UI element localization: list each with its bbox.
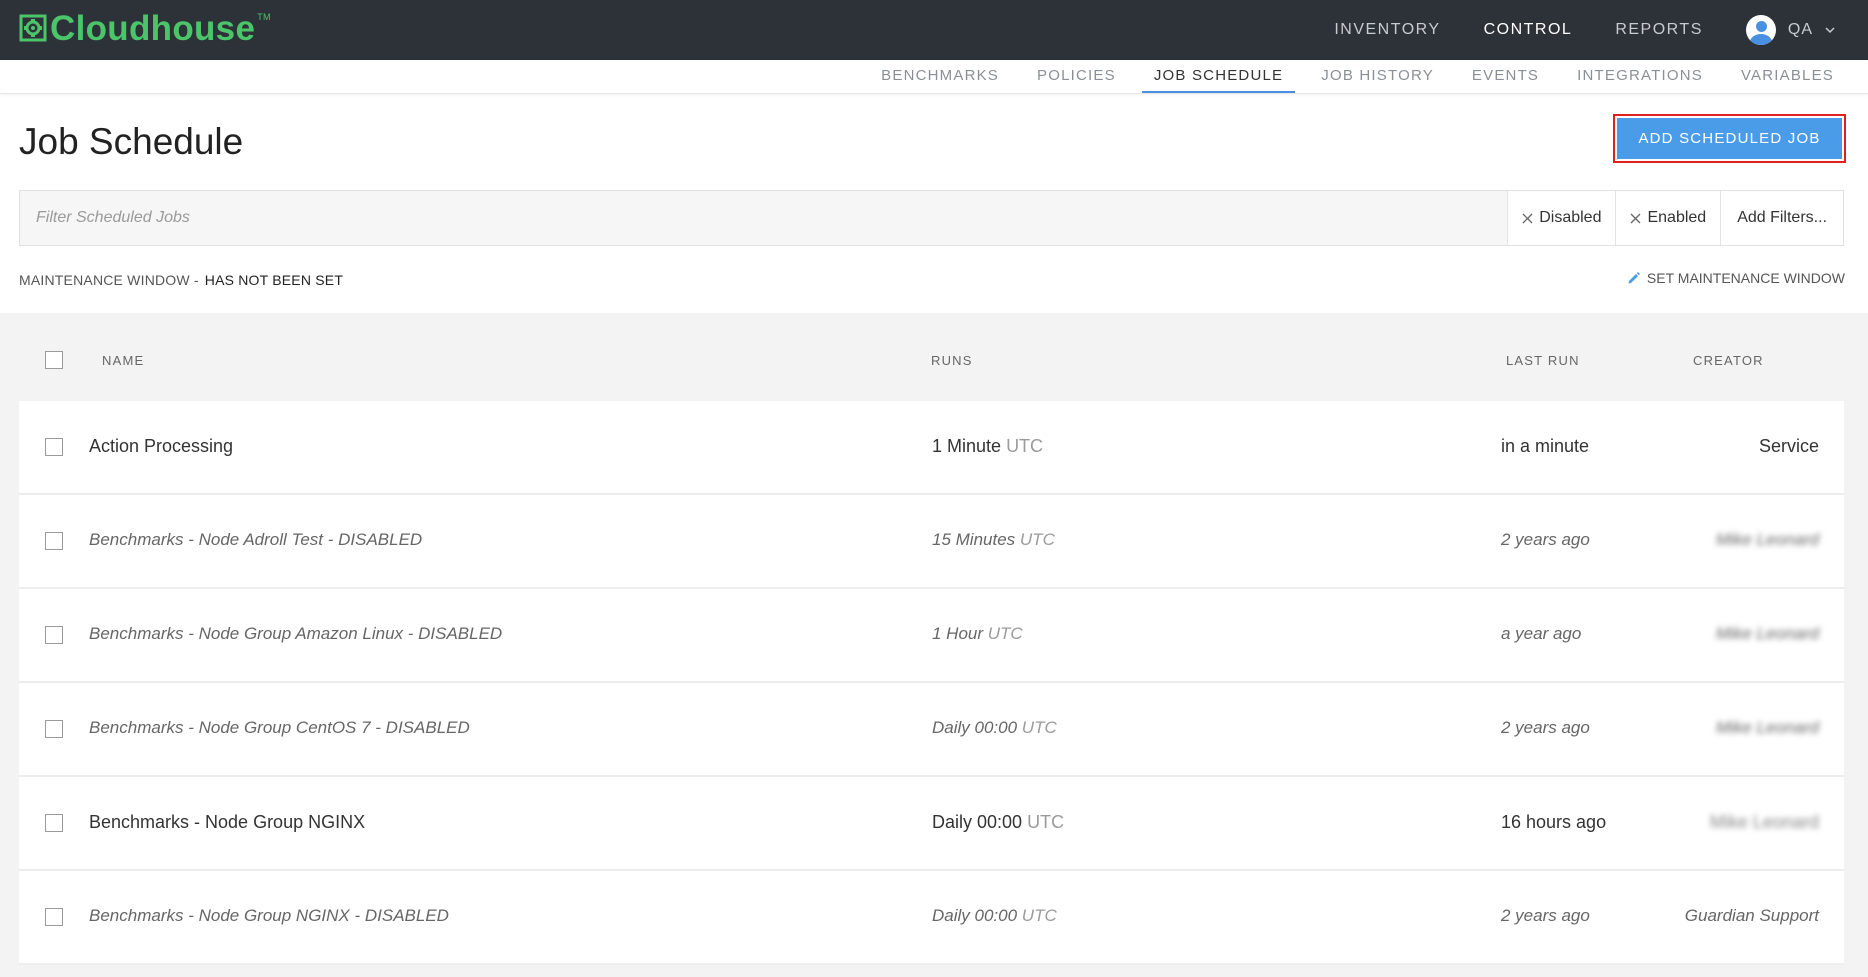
- filter-bar: Disabled Enabled Add Filters...: [19, 190, 1844, 246]
- tab-job-schedule[interactable]: JOB SCHEDULE: [1141, 60, 1296, 93]
- add-scheduled-job-button[interactable]: ADD SCHEDULED JOB: [1617, 118, 1842, 159]
- row-checkbox[interactable]: [45, 908, 63, 926]
- trademark: TM: [257, 12, 271, 22]
- runs-interval: Daily 00:00: [932, 906, 1018, 925]
- job-last-run: in a minute: [1501, 436, 1590, 456]
- sub-nav: BENCHMARKS POLICIES JOB SCHEDULE JOB HIS…: [0, 60, 1868, 94]
- job-creator: Guardian Support: [1684, 906, 1819, 925]
- job-creator: Service: [1758, 436, 1819, 456]
- runs-interval: 1 Hour: [932, 624, 984, 643]
- nav-inventory[interactable]: INVENTORY: [1334, 21, 1440, 39]
- jobs-table: NAME RUNS LAST RUN CREATOR Action Proces…: [0, 313, 1868, 977]
- tab-integrations[interactable]: INTEGRATIONS: [1565, 60, 1715, 93]
- job-runs: 1 Hour UTC: [932, 624, 1023, 644]
- runs-timezone: UTC: [1019, 530, 1055, 549]
- pencil-icon: [1628, 272, 1640, 284]
- job-creator: Mike Leonard: [1715, 624, 1819, 643]
- user-avatar-icon: [1745, 15, 1776, 45]
- logo-gear-icon: [19, 14, 47, 42]
- chevron-down-icon: [1825, 27, 1835, 34]
- tab-variables[interactable]: VARIABLES: [1729, 60, 1846, 93]
- close-icon[interactable]: [1630, 213, 1641, 224]
- set-maintenance-label: SET MAINTENANCE WINDOW: [1646, 270, 1845, 286]
- job-runs: Daily 00:00 UTC: [932, 906, 1057, 926]
- table-header: NAME RUNS LAST RUN CREATOR: [19, 313, 1844, 401]
- job-name[interactable]: Benchmarks - Node Group NGINX: [89, 812, 365, 833]
- table-row[interactable]: Benchmarks - Node Group NGINX Daily 00:0…: [19, 777, 1844, 871]
- table-row[interactable]: Action Processing 1 Minute UTC in a minu…: [19, 401, 1844, 495]
- job-creator: Mike Leonard: [1715, 530, 1819, 549]
- job-last-run: 2 years ago: [1501, 530, 1590, 549]
- runs-timezone: UTC: [1006, 436, 1044, 456]
- filter-chip-label: Disabled: [1539, 209, 1602, 226]
- logo[interactable]: Cloudhouse TM: [19, 9, 271, 49]
- job-name[interactable]: Benchmarks - Node Group CentOS 7 - DISAB…: [89, 718, 470, 738]
- row-checkbox[interactable]: [45, 438, 63, 456]
- top-bar: Cloudhouse TM INVENTORY CONTROL REPORTS …: [0, 0, 1868, 60]
- filter-input[interactable]: [20, 191, 1508, 245]
- user-menu[interactable]: QA: [1745, 15, 1835, 45]
- runs-interval: 15 Minutes: [932, 530, 1016, 549]
- maintenance-value: HAS NOT BEEN SET: [204, 272, 344, 288]
- table-row[interactable]: Benchmarks - Node Group CentOS 7 - DISAB…: [19, 683, 1844, 777]
- job-runs: 15 Minutes UTC: [932, 530, 1055, 550]
- nav-control[interactable]: CONTROL: [1484, 21, 1573, 39]
- runs-timezone: UTC: [1027, 812, 1065, 832]
- filter-chip-enabled[interactable]: Enabled: [1615, 191, 1721, 245]
- page-title: Job Schedule: [19, 121, 244, 162]
- header-name[interactable]: NAME: [102, 353, 144, 368]
- table-row[interactable]: Benchmarks - Node Group NGINX - DISABLED…: [19, 871, 1844, 965]
- header-runs[interactable]: RUNS: [931, 353, 973, 368]
- row-checkbox[interactable]: [45, 720, 63, 738]
- runs-interval: Daily 00:00: [932, 718, 1018, 737]
- user-name: QA: [1787, 21, 1813, 38]
- maintenance-window: MAINTENANCE WINDOW - HAS NOT BEEN SET: [19, 272, 343, 288]
- logo-text: Cloudhouse: [50, 9, 256, 48]
- table-row[interactable]: Benchmarks - Node Group Amazon Linux - D…: [19, 589, 1844, 683]
- row-checkbox[interactable]: [45, 532, 63, 550]
- table-row[interactable]: Benchmarks - Node Adroll Test - DISABLED…: [19, 495, 1844, 589]
- job-last-run: 2 years ago: [1501, 906, 1590, 925]
- runs-interval: 1 Minute: [932, 436, 1002, 456]
- job-name[interactable]: Action Processing: [89, 436, 233, 457]
- job-runs: Daily 00:00 UTC: [932, 718, 1057, 738]
- job-runs: Daily 00:00 UTC: [932, 812, 1064, 833]
- job-name[interactable]: Benchmarks - Node Group Amazon Linux - D…: [89, 624, 502, 644]
- filter-chip-label: Enabled: [1647, 209, 1707, 226]
- header-last-run[interactable]: LAST RUN: [1506, 353, 1580, 368]
- tab-benchmarks[interactable]: BENCHMARKS: [869, 60, 1011, 93]
- job-creator: Mike Leonard: [1715, 718, 1819, 737]
- job-last-run: a year ago: [1501, 624, 1582, 643]
- nav-reports[interactable]: REPORTS: [1615, 21, 1703, 39]
- tab-policies[interactable]: POLICIES: [1025, 60, 1128, 93]
- job-last-run: 16 hours ago: [1501, 812, 1607, 832]
- job-name[interactable]: Benchmarks - Node Adroll Test - DISABLED: [89, 530, 422, 550]
- row-checkbox[interactable]: [45, 626, 63, 644]
- add-button-highlight: ADD SCHEDULED JOB: [1613, 114, 1846, 163]
- add-filters-button[interactable]: Add Filters...: [1720, 191, 1843, 245]
- top-nav: INVENTORY CONTROL REPORTS QA: [1334, 0, 1868, 60]
- maintenance-label: MAINTENANCE WINDOW -: [19, 272, 199, 288]
- row-checkbox[interactable]: [45, 814, 63, 832]
- job-last-run: 2 years ago: [1501, 718, 1590, 737]
- close-icon[interactable]: [1522, 213, 1533, 224]
- set-maintenance-window-link[interactable]: SET MAINTENANCE WINDOW: [1627, 270, 1845, 286]
- tab-job-history[interactable]: JOB HISTORY: [1309, 60, 1446, 93]
- runs-interval: Daily 00:00: [932, 812, 1023, 832]
- header-creator[interactable]: CREATOR: [1693, 353, 1764, 368]
- runs-timezone: UTC: [1021, 718, 1057, 737]
- tab-events[interactable]: EVENTS: [1460, 60, 1551, 93]
- job-runs: 1 Minute UTC: [932, 436, 1043, 457]
- select-all-checkbox[interactable]: [45, 351, 63, 369]
- runs-timezone: UTC: [987, 624, 1023, 643]
- runs-timezone: UTC: [1021, 906, 1057, 925]
- job-name[interactable]: Benchmarks - Node Group NGINX - DISABLED: [89, 906, 449, 926]
- job-creator: Mike Leonard: [1709, 812, 1819, 832]
- filter-chip-disabled[interactable]: Disabled: [1507, 191, 1616, 245]
